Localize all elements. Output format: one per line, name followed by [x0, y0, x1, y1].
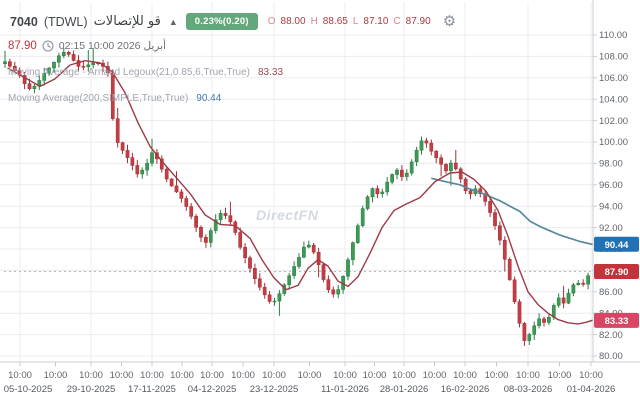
svg-text:104.00: 104.00 [599, 94, 628, 105]
grid [0, 2, 593, 362]
svg-text:100.00: 100.00 [599, 137, 628, 148]
indicator-value: 83.33 [258, 67, 283, 78]
last-update-time: 02:15 10:00 2026 أبريل [59, 40, 166, 52]
svg-text:10:00: 10:00 [298, 370, 322, 381]
open-label: O [268, 16, 276, 27]
price-chart[interactable]: 110.00 108.00 106.00 104.00 102.00 100.00 98.0… [0, 0, 640, 400]
svg-text:08-03-2026: 08-03-2026 [504, 384, 553, 395]
settings-gear-icon[interactable]: ⚙ [443, 14, 456, 29]
clock-icon [42, 40, 54, 52]
indicator-label: Moving Average - Arnaud Legoux(21,0.85,6… [8, 67, 250, 78]
symbol-code: 7040 [10, 15, 38, 29]
svg-text:10:00: 10:00 [170, 370, 194, 381]
svg-text:94.00: 94.00 [599, 201, 623, 212]
svg-text:98.00: 98.00 [599, 159, 623, 170]
svg-text:17-11-2025: 17-11-2025 [128, 384, 176, 395]
watermark: DirectFN [256, 207, 318, 223]
svg-text:90.44: 90.44 [605, 240, 629, 251]
svg-text:80.00: 80.00 [599, 351, 623, 362]
svg-text:10:00: 10:00 [453, 370, 477, 381]
ohlc-readout: O 88.00 H 88.65 L 87.10 C 87.90 [268, 16, 431, 27]
svg-text:29-10-2025: 29-10-2025 [67, 384, 116, 395]
indicator-label: Moving Average(200,SIMPLE,True,True) [8, 93, 188, 104]
high-label: H [311, 16, 318, 27]
svg-text:106.00: 106.00 [599, 73, 628, 84]
svg-text:16-02-2026: 16-02-2026 [441, 384, 490, 395]
indicator-row-sma200[interactable]: Moving Average(200,SIMPLE,True,True) 90.… [8, 93, 221, 104]
svg-text:92.00: 92.00 [599, 223, 623, 234]
last-price: 87.90 [8, 40, 37, 52]
y-axis[interactable]: 110.00 108.00 106.00 104.00 102.00 100.00 98.0… [593, 30, 628, 362]
svg-text:83.33: 83.33 [605, 316, 629, 327]
high-value: 88.65 [323, 16, 348, 27]
svg-text:04-12-2025: 04-12-2025 [188, 384, 237, 395]
svg-text:10:00: 10:00 [231, 370, 255, 381]
svg-text:28-01-2026: 28-01-2026 [380, 384, 429, 395]
svg-text:10:00: 10:00 [79, 370, 103, 381]
svg-text:10:00: 10:00 [392, 370, 416, 381]
indicator-row-alma[interactable]: Moving Average - Arnaud Legoux(21,0.85,6… [8, 67, 283, 78]
close-label: C [393, 16, 400, 27]
svg-text:10:00: 10:00 [333, 370, 357, 381]
svg-text:10:00: 10:00 [548, 370, 572, 381]
x-axis[interactable]: 10:00 10:00 10:00 10:00 10:00 10:00 10:00 10:00… [4, 362, 616, 395]
exchange-code: (TDWL) [44, 15, 88, 29]
svg-text:96.00: 96.00 [599, 180, 623, 191]
svg-text:110.00: 110.00 [599, 30, 627, 41]
svg-text:10:00: 10:00 [140, 370, 164, 381]
svg-text:23-12-2025: 23-12-2025 [250, 384, 299, 395]
axis-price-badges: 90.44 87.90 83.33 [594, 237, 639, 328]
change-badge: 0.23%(0.20) [186, 13, 258, 30]
svg-text:102.00: 102.00 [599, 116, 628, 127]
svg-text:10:00: 10:00 [110, 370, 134, 381]
svg-text:10:00: 10:00 [44, 370, 68, 381]
chart-window: 110.00 108.00 106.00 104.00 102.00 100.00 98.0… [0, 0, 640, 400]
svg-text:05-10-2025: 05-10-2025 [4, 384, 53, 395]
svg-text:10:00: 10:00 [579, 370, 603, 381]
svg-text:10:00: 10:00 [423, 370, 447, 381]
indicator-value: 90.44 [196, 93, 221, 104]
svg-text:10:00: 10:00 [200, 370, 224, 381]
price-up-icon: ▲ [169, 17, 178, 27]
low-value: 87.10 [363, 16, 388, 27]
svg-text:10:00: 10:00 [485, 370, 509, 381]
svg-text:108.00: 108.00 [599, 52, 628, 63]
sma200-line [432, 178, 592, 244]
last-trade-row: 87.90 02:15 10:00 2026 أبريل [8, 40, 166, 52]
axes [0, 0, 640, 362]
svg-text:10:00: 10:00 [516, 370, 540, 381]
svg-text:10:00: 10:00 [262, 370, 286, 381]
svg-text:11-01-2026: 11-01-2026 [321, 384, 369, 395]
svg-text:87.90: 87.90 [605, 267, 629, 278]
svg-text:10:00: 10:00 [8, 370, 32, 381]
low-label: L [353, 16, 359, 27]
svg-text:10:00: 10:00 [363, 370, 387, 381]
svg-text:86.00: 86.00 [599, 287, 623, 298]
company-name: قو للإتصالات [94, 14, 161, 29]
open-value: 88.00 [281, 16, 306, 27]
svg-text:82.00: 82.00 [599, 330, 623, 341]
svg-text:01-04-2026: 01-04-2026 [567, 384, 616, 395]
close-value: 87.90 [406, 16, 431, 27]
symbol-header: 7040 (TDWL) قو للإتصالات ▲ 0.23%(0.20) O… [10, 13, 456, 30]
